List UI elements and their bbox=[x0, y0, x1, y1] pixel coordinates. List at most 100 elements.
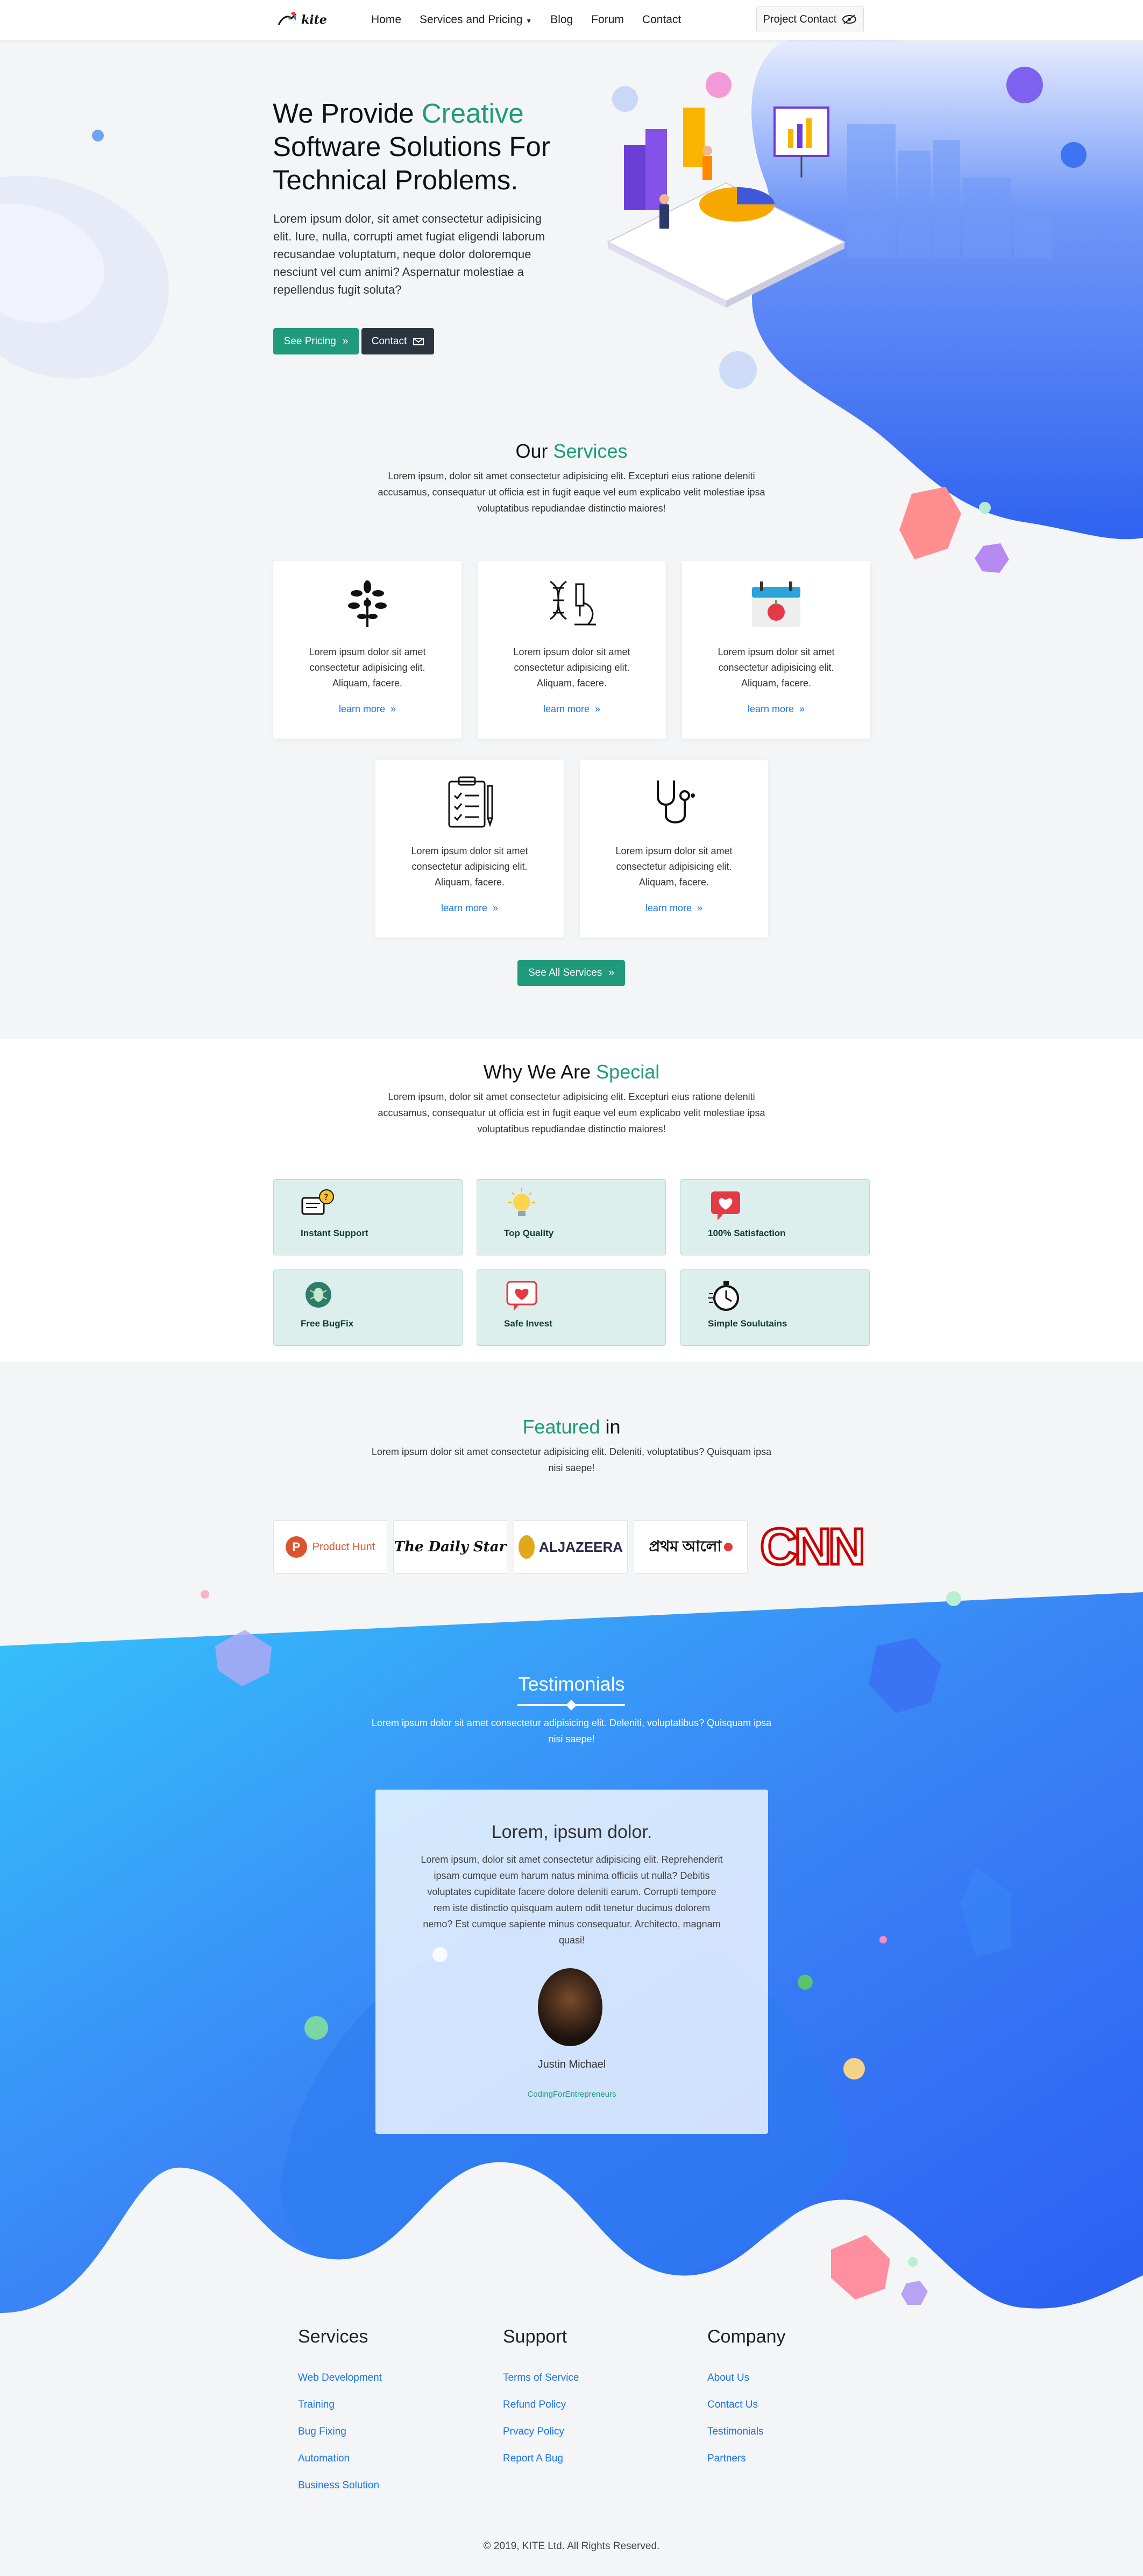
support-chat-icon: ? bbox=[301, 1189, 334, 1215]
prothom-alo-label: প্রথম আলো bbox=[649, 1537, 722, 1555]
learn-more-link[interactable]: learn more » bbox=[682, 704, 870, 715]
footer-link[interactable]: Contact Us bbox=[707, 2399, 758, 2411]
kite-logo-icon bbox=[278, 12, 297, 25]
footer-link[interactable]: Automation bbox=[298, 2453, 350, 2465]
services-subtitle: Lorem ipsum, dolor sit amet consectetur … bbox=[378, 471, 765, 514]
product-hunt-logo[interactable]: P Product Hunt bbox=[273, 1520, 387, 1574]
service-text: Lorem ipsum dolor sit amet consectetur a… bbox=[309, 647, 426, 689]
feature-box: Safe Invest bbox=[477, 1269, 666, 1346]
red-dot-icon bbox=[723, 1543, 733, 1551]
service-card: Lorem ipsum dolor sit amet consectetur a… bbox=[273, 561, 462, 739]
service-text: Lorem ipsum dolor sit amet consectetur a… bbox=[411, 846, 528, 888]
nav-blog[interactable]: Blog bbox=[550, 13, 573, 26]
learn-more-link[interactable]: learn more » bbox=[273, 704, 462, 715]
cnn-label: CNN bbox=[759, 1518, 867, 1576]
footer-services-title: Services bbox=[298, 2326, 368, 2347]
double-chevron-right-icon: » bbox=[697, 903, 703, 913]
double-chevron-right-icon: » bbox=[342, 335, 349, 347]
contact-button[interactable]: Contact bbox=[361, 328, 434, 354]
testimonial-role: CodingForEntrepreneurs bbox=[527, 2090, 616, 2099]
aljazeera-emblem-icon bbox=[518, 1535, 535, 1559]
copyright: © 2019, KITE Ltd. All Rights Reserved. bbox=[483, 2540, 660, 2552]
footer-link[interactable]: Web Development bbox=[298, 2372, 382, 2384]
testimonial-text: Lorem ipsum, dolor sit amet consectetur … bbox=[421, 1854, 723, 1946]
learn-more-label: learn more bbox=[338, 704, 385, 714]
nav-contact[interactable]: Contact bbox=[642, 13, 681, 26]
double-chevron-right-icon: » bbox=[799, 704, 805, 714]
pink-dot bbox=[706, 72, 732, 98]
mint-small-dot bbox=[946, 1591, 961, 1606]
cnn-logo[interactable]: CNN bbox=[754, 1518, 868, 1576]
stethoscope-icon bbox=[657, 780, 695, 824]
special-title-pre: Why We Are bbox=[483, 1061, 597, 1083]
brand-logo[interactable]: kite bbox=[276, 11, 327, 29]
learn-more-link[interactable]: learn more » bbox=[478, 704, 666, 715]
nav-forum[interactable]: Forum bbox=[591, 13, 624, 26]
feature-box: Free BugFix bbox=[273, 1269, 463, 1346]
hero-isometric-illustration bbox=[606, 107, 846, 308]
see-pricing-button[interactable]: See Pricing » bbox=[273, 328, 359, 354]
testimonial-name: Justin Michael bbox=[537, 2059, 606, 2070]
see-all-services-button[interactable]: See All Services » bbox=[517, 960, 625, 986]
footer-link[interactable]: Terms of Service bbox=[503, 2372, 579, 2384]
pink-tiny-dot bbox=[879, 1936, 887, 1943]
contact-label: Contact bbox=[371, 335, 407, 347]
prothom-alo-logo[interactable]: প্রথম আলো bbox=[634, 1520, 748, 1574]
nav-services-pricing-label: Services and Pricing bbox=[420, 13, 523, 26]
light-blue-dot bbox=[719, 351, 757, 389]
special-title-accent: Special bbox=[596, 1061, 660, 1083]
feature-label: Top Quality bbox=[504, 1228, 554, 1238]
purple-dot bbox=[1006, 67, 1043, 103]
learn-more-link[interactable]: learn more » bbox=[580, 903, 768, 914]
service-text: Lorem ipsum dolor sit amet consectetur a… bbox=[615, 846, 733, 888]
mint-dot bbox=[979, 502, 991, 514]
project-contact-button[interactable]: Project Contact bbox=[756, 6, 864, 32]
footer-link[interactable]: Testimonials bbox=[707, 2426, 764, 2438]
footer-link[interactable]: Bug Fixing bbox=[298, 2426, 346, 2438]
featured-title-post: in bbox=[600, 1416, 621, 1438]
footer-link[interactable]: Partners bbox=[707, 2453, 746, 2465]
bug-shield-icon bbox=[306, 1282, 331, 1308]
learn-more-link[interactable]: learn more » bbox=[375, 903, 564, 914]
footer-link[interactable]: Report A Bug bbox=[503, 2453, 563, 2465]
avatar-bubble-left bbox=[304, 2016, 328, 2040]
nav-home[interactable]: Home bbox=[371, 13, 401, 26]
services-title: Our Services bbox=[0, 440, 1143, 463]
feature-label: 100% Satisfaction bbox=[708, 1228, 786, 1238]
services-title-pre: Our bbox=[515, 440, 553, 462]
stopwatch-icon bbox=[708, 1281, 739, 1311]
nav-links: Home Services and Pricing ▼ Blog Forum C… bbox=[371, 0, 681, 40]
service-text: Lorem ipsum dolor sit amet consectetur a… bbox=[513, 647, 630, 689]
heart-chat-icon bbox=[711, 1191, 740, 1220]
testimonial-card: Lorem, ipsum dolor. Lorem ipsum, dolor s… bbox=[375, 1790, 768, 2134]
aljazeera-logo[interactable]: ALJAZEERA bbox=[514, 1520, 628, 1574]
learn-more-label: learn more bbox=[441, 903, 487, 913]
double-chevron-right-icon: » bbox=[493, 903, 499, 913]
caret-down-icon: ▼ bbox=[526, 17, 533, 25]
feature-box: 100% Satisfaction bbox=[680, 1179, 870, 1255]
light-bulb-icon bbox=[508, 1188, 535, 1216]
purple-hexagon bbox=[975, 543, 1009, 573]
testimonials-title: Testimonials bbox=[518, 1673, 625, 1695]
service-card: Lorem ipsum dolor sit amet consectetur a… bbox=[580, 760, 768, 938]
dna-microscope-icon bbox=[550, 580, 596, 626]
title-underline-diamond bbox=[517, 1700, 625, 1711]
footer-link[interactable]: Prvacy Policy bbox=[503, 2426, 564, 2438]
footer-link[interactable]: Training bbox=[298, 2399, 335, 2411]
feature-label: Instant Support bbox=[301, 1228, 368, 1238]
daily-star-label: The Daily Star bbox=[394, 1539, 507, 1555]
avatar-bubble-small bbox=[798, 1975, 813, 1990]
heart-message-icon bbox=[506, 1281, 537, 1311]
coral-hexagon-bottom bbox=[831, 2235, 890, 2300]
feature-label: Safe Invest bbox=[504, 1318, 552, 1329]
footer-link[interactable]: Business Solution bbox=[298, 2480, 379, 2492]
feature-box: Top Quality bbox=[477, 1179, 666, 1255]
daily-star-logo[interactable]: The Daily Star bbox=[393, 1520, 507, 1574]
aljazeera-label: ALJAZEERA bbox=[538, 1538, 623, 1555]
nav-services-pricing[interactable]: Services and Pricing ▼ bbox=[420, 13, 532, 26]
double-chevron-right-icon: » bbox=[595, 704, 601, 714]
services-title-accent: Services bbox=[553, 440, 628, 462]
footer-link[interactable]: Refund Policy bbox=[503, 2399, 566, 2411]
footer-link[interactable]: About Us bbox=[707, 2372, 749, 2384]
see-all-services-label: See All Services bbox=[528, 967, 602, 978]
